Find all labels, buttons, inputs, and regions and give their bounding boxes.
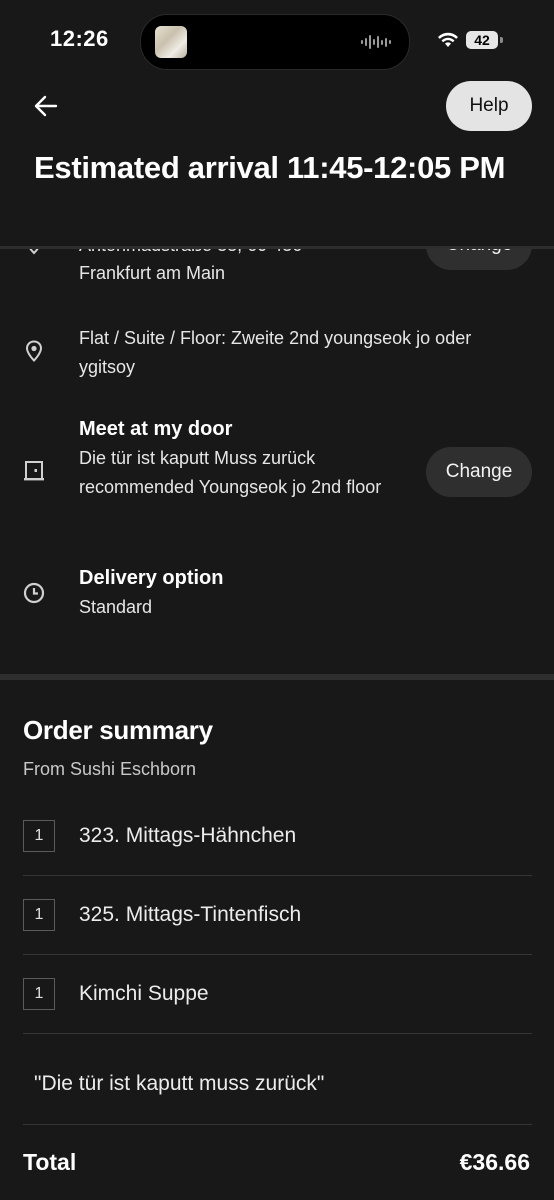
order-item-name: 323. Mittags-Hähnchen <box>79 824 297 847</box>
dropoff-title: Meet at my door <box>79 418 233 440</box>
order-summary-title: Order summary <box>23 715 213 745</box>
dropoff-block: Meet at my door Die tür ist kaputt Muss … <box>79 414 424 502</box>
now-playing-thumbnail <box>155 26 187 58</box>
total-value: €36.66 <box>459 1149 530 1175</box>
address-line2: Frankfurt am Main <box>79 263 226 283</box>
battery-tip <box>500 37 503 43</box>
wifi-icon <box>438 32 458 47</box>
order-note: "Die tür ist kaputt muss zurück" <box>34 1072 325 1095</box>
help-button[interactable]: Help <box>446 81 532 131</box>
flat-suite-floor-info: Flat / Suite / Floor: Zweite 2nd youngse… <box>79 328 472 377</box>
battery-level: 42 <box>474 32 490 48</box>
total-label: Total <box>23 1149 77 1175</box>
item-divider <box>23 875 532 876</box>
delivery-option-title: Delivery option <box>79 567 224 589</box>
door-icon <box>24 461 44 481</box>
item-quantity: 1 <box>23 820 55 852</box>
back-arrow-icon[interactable] <box>32 92 60 120</box>
clock-icon <box>23 582 45 604</box>
delivery-option-block: Delivery option Standard <box>79 563 424 622</box>
dynamic-island[interactable] <box>140 14 410 70</box>
change-dropoff-button[interactable]: Change <box>426 447 532 497</box>
scroll-content[interactable]: Antonmadstraße 33, 60 436 Frankfurt am M… <box>0 249 554 1200</box>
section-divider <box>0 674 554 680</box>
item-quantity: 1 <box>23 899 55 931</box>
location-pin-icon <box>29 249 39 255</box>
audio-waveform-icon <box>361 33 391 51</box>
note-divider <box>23 1124 532 1125</box>
page-title: Estimated arrival 11:45-12:05 PM <box>34 150 506 185</box>
item-divider <box>23 1033 532 1034</box>
item-quantity: 1 <box>23 978 55 1010</box>
status-time: 12:26 <box>50 26 109 51</box>
delivery-option-value: Standard <box>79 597 153 617</box>
dropoff-note: Die tür ist kaputt Muss zurück recommend… <box>79 448 382 497</box>
item-divider <box>23 954 532 955</box>
location-pin-icon <box>25 340 43 362</box>
order-item-name: 325. Mittags-Tintenfisch <box>79 903 302 926</box>
change-address-button[interactable]: Change <box>426 249 532 270</box>
battery-icon: 42 <box>466 31 498 49</box>
order-item-name: Kimchi Suppe <box>79 982 209 1005</box>
order-restaurant: From Sushi Eschborn <box>23 759 197 779</box>
